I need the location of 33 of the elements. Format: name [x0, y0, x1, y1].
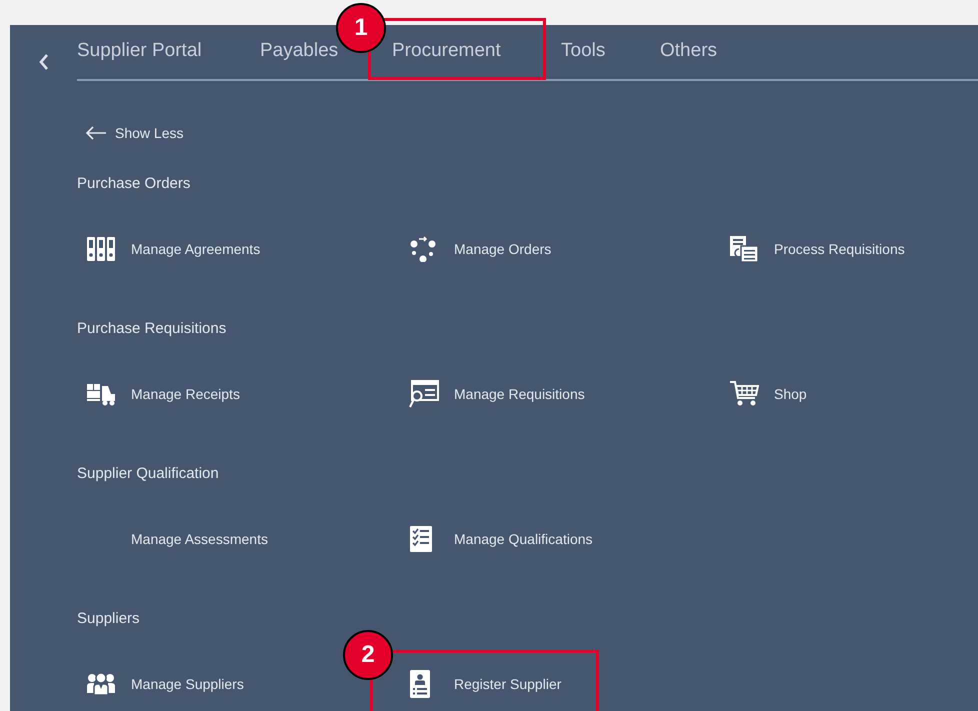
- task-link[interactable]: Manage Receipts: [86, 379, 240, 409]
- nav-tab[interactable]: Procurement: [392, 36, 501, 66]
- section-heading: Suppliers: [77, 609, 140, 629]
- task-link[interactable]: Manage Requisitions: [409, 379, 585, 409]
- documents-icon: [729, 235, 759, 263]
- search-form-icon: [409, 380, 439, 408]
- nav-tab[interactable]: Others: [660, 36, 718, 66]
- section-heading: Purchase Orders: [77, 174, 190, 194]
- task-link[interactable]: Manage Qualifications: [409, 524, 593, 554]
- cycle-icon: [409, 236, 437, 262]
- task-link[interactable]: Register Supplier: [409, 669, 562, 699]
- task-link[interactable]: Manage Assessments: [86, 524, 268, 554]
- step-badge: 1: [336, 3, 386, 53]
- nav-tab[interactable]: Tools: [561, 36, 606, 66]
- task-link[interactable]: Manage Agreements: [86, 234, 260, 264]
- id-card-icon: [409, 669, 431, 699]
- binders-icon: [86, 236, 116, 262]
- cart-icon: [729, 380, 759, 408]
- forklift-icon: [86, 382, 116, 406]
- people-icon: [86, 672, 116, 696]
- task-link[interactable]: Process Requisitions: [729, 234, 905, 264]
- task-link[interactable]: Manage Orders: [409, 234, 552, 264]
- nav-tab[interactable]: Payables: [260, 36, 338, 66]
- show-less-link[interactable]: Show Less: [85, 123, 184, 143]
- checklist-icon: [409, 525, 433, 553]
- task-link[interactable]: Manage Suppliers: [86, 669, 244, 699]
- nav-tab[interactable]: Supplier Portal: [77, 36, 202, 66]
- step-badge: 2: [343, 630, 393, 680]
- section-heading: Supplier Qualification: [77, 464, 219, 484]
- arrow-left-icon: [85, 126, 107, 140]
- section-heading: Purchase Requisitions: [77, 319, 226, 339]
- chevron-left-icon: [38, 52, 50, 70]
- task-link[interactable]: Shop: [729, 379, 807, 409]
